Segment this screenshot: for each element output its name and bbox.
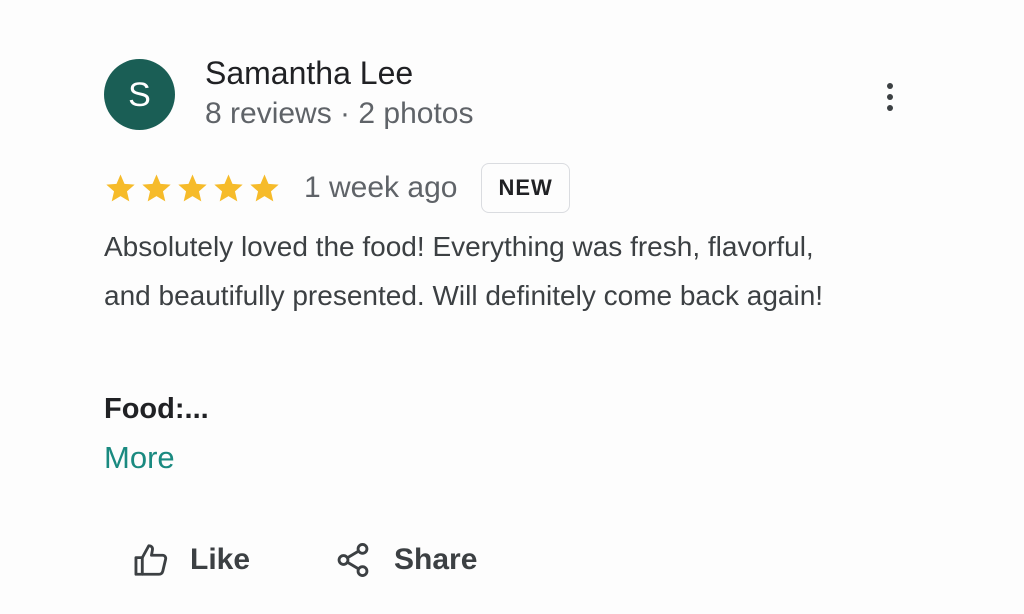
star-icon: [142, 173, 171, 201]
share-icon: [337, 543, 369, 577]
more-link[interactable]: More: [104, 440, 175, 476]
food-section-label: Food:...: [104, 393, 209, 425]
more-vert-icon-dot: [887, 83, 893, 89]
reviewer-meta: 8 reviews · 2 photos: [205, 97, 474, 130]
star-rating: [104, 172, 281, 205]
avatar-initial: S: [128, 75, 151, 114]
more-options-button[interactable]: [870, 75, 910, 119]
more-vert-icon-dot: [887, 105, 893, 111]
star-icon: [106, 173, 135, 201]
star-icon: [178, 173, 207, 201]
more-vert-icon-dot: [887, 94, 893, 100]
new-badge: NEW: [481, 163, 570, 213]
thumbs-up-icon: [134, 544, 168, 576]
review-card: S Samantha Lee 8 reviews · 2 photos 1 we…: [0, 0, 1024, 614]
star-icon: [250, 173, 279, 201]
rating-row: 1 week ago NEW: [104, 163, 570, 213]
reviewer-name[interactable]: Samantha Lee: [205, 55, 413, 92]
star-icon: [214, 173, 243, 201]
review-date: 1 week ago: [304, 171, 458, 204]
share-button[interactable]: Share: [334, 534, 477, 586]
share-label: Share: [394, 543, 478, 576]
like-label: Like: [190, 543, 251, 576]
avatar[interactable]: S: [104, 59, 175, 130]
like-button[interactable]: Like: [132, 534, 250, 586]
review-text: Absolutely loved the food! Everything wa…: [104, 231, 824, 311]
